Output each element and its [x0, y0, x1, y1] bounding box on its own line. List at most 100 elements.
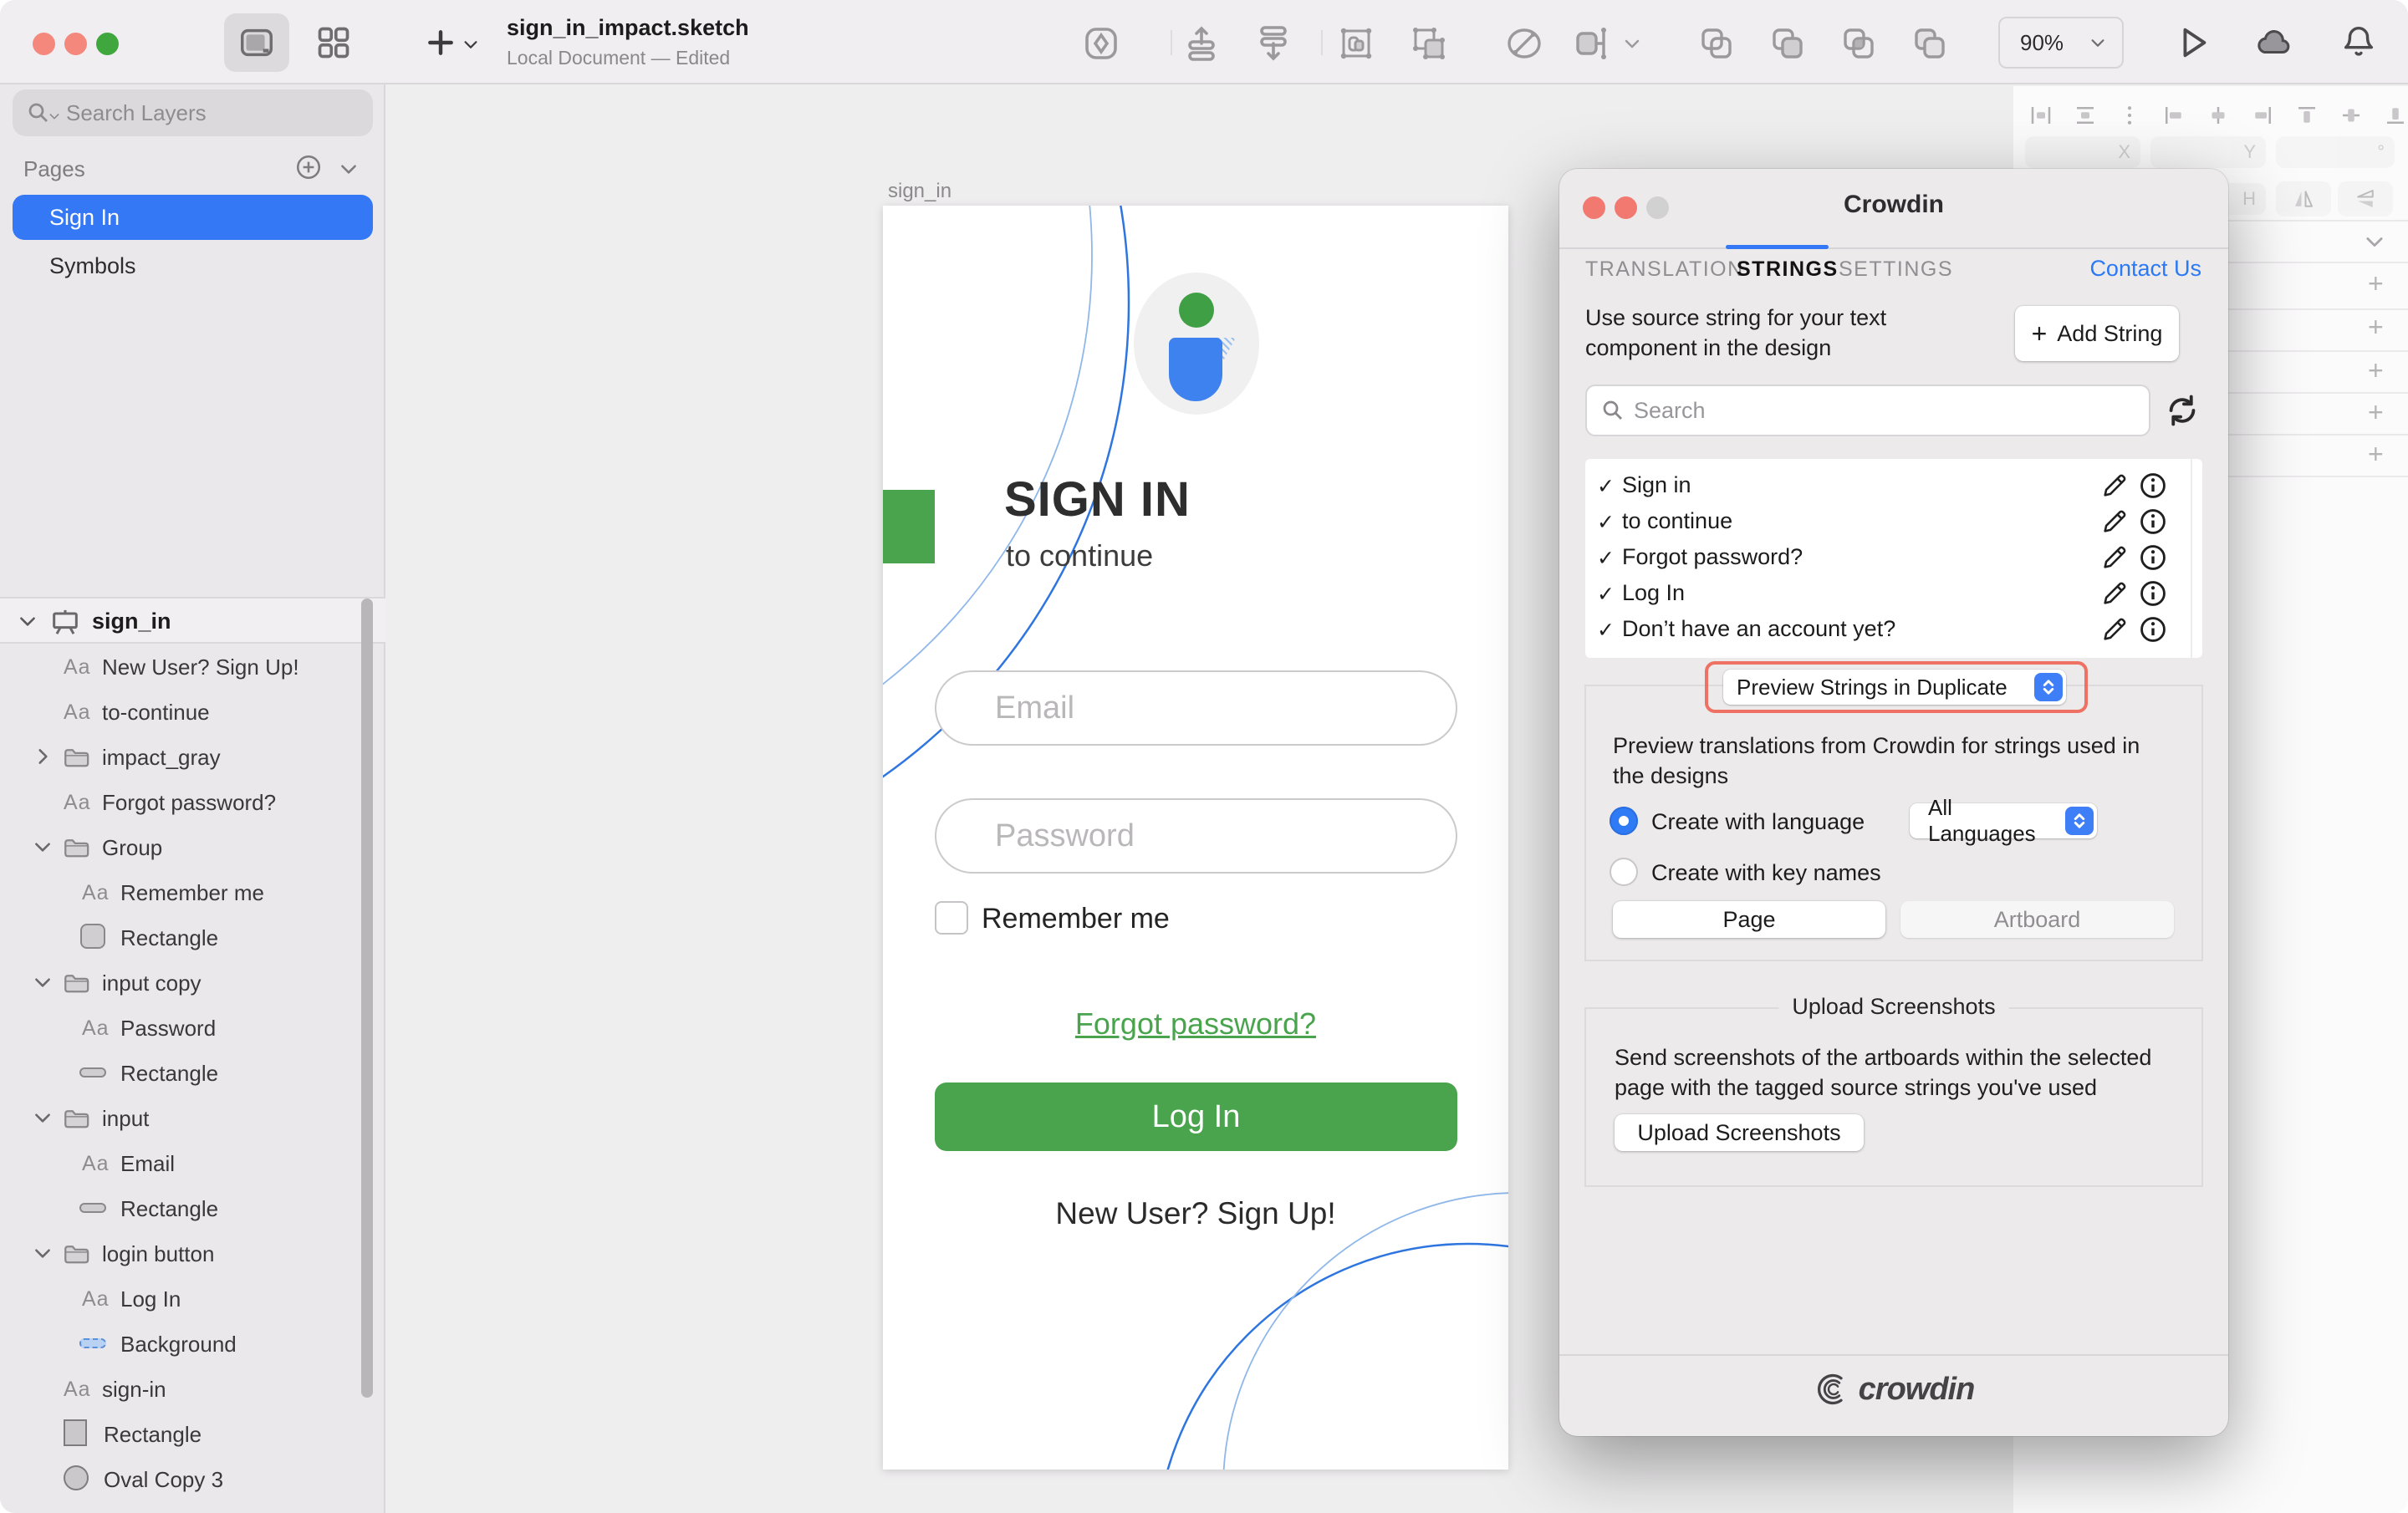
string-info-button[interactable] — [2139, 471, 2167, 504]
layers-scrollbar[interactable] — [361, 599, 373, 1398]
forgot-password-link[interactable]: Forgot password? — [1075, 1006, 1316, 1041]
layer-row[interactable]: Rectangle — [0, 1411, 361, 1456]
layer-row[interactable]: Aa sign-in — [0, 1366, 361, 1411]
create-with-key-names-label[interactable]: Create with key names — [1651, 860, 1881, 886]
password-input[interactable] — [995, 800, 1430, 872]
collapse-section-button[interactable] — [2363, 230, 2386, 257]
create-with-language-radio[interactable] — [1610, 807, 1638, 835]
layer-row[interactable]: login button — [0, 1230, 361, 1276]
edit-string-button[interactable] — [2100, 471, 2129, 504]
scale-button[interactable] — [1571, 23, 1611, 68]
add-style-button[interactable]: + — [2368, 439, 2384, 470]
layer-row[interactable]: Group — [0, 824, 361, 869]
canvas-view-toggle[interactable] — [224, 13, 289, 72]
edit-string-button[interactable] — [2100, 543, 2129, 576]
artboard[interactable]: SIGN IN to continue Remember me Forgot p… — [883, 206, 1508, 1470]
chevron-down-icon[interactable] — [32, 1242, 54, 1268]
list-scrollbar-track[interactable] — [2191, 459, 2192, 658]
layer-row[interactable]: Oval Copy 3 — [0, 1456, 361, 1501]
add-style-button[interactable]: + — [2368, 312, 2384, 343]
tab-strings[interactable]: STRINGS — [1737, 257, 1839, 282]
flip-vertical-button[interactable] — [2338, 181, 2393, 217]
string-row[interactable]: ✓ Don’t have an account yet? — [1585, 611, 2202, 647]
string-row[interactable]: ✓ Sign in — [1585, 467, 2202, 503]
sidebar-page-sign-in[interactable]: Sign In — [13, 195, 373, 240]
add-style-button[interactable]: + — [2368, 268, 2384, 299]
grid-view-toggle[interactable] — [301, 13, 366, 72]
boolean-subtract-button[interactable] — [1768, 23, 1808, 68]
distribute-vertically-icon[interactable] — [2073, 103, 2098, 128]
flip-horizontal-button[interactable] — [2276, 181, 2331, 217]
notifications-button[interactable] — [2339, 22, 2378, 66]
layer-row[interactable]: Aa Remember me — [0, 869, 361, 914]
language-dropdown[interactable]: All Languages — [1910, 803, 2097, 838]
create-with-language-label[interactable]: Create with language — [1651, 809, 1865, 835]
zoom-window-button[interactable] — [96, 33, 119, 55]
rotation-field[interactable]: ° — [2276, 136, 2395, 168]
layer-row[interactable]: Aa Log In — [0, 1276, 361, 1321]
chevron-down-icon[interactable] — [17, 610, 38, 636]
chevron-down-icon[interactable] — [32, 836, 54, 862]
email-input[interactable] — [995, 672, 1430, 744]
chevron-down-icon[interactable] — [32, 1107, 54, 1133]
page-scope-button[interactable]: Page — [1613, 901, 1885, 938]
boolean-union-button[interactable] — [1696, 23, 1737, 68]
tab-settings[interactable]: SETTINGS — [1839, 257, 1953, 282]
distribute-horizontally-icon[interactable] — [2028, 103, 2053, 128]
mask-button[interactable] — [1504, 23, 1544, 68]
create-with-key-names-radio[interactable] — [1610, 858, 1638, 886]
preview-button[interactable] — [2174, 23, 2212, 66]
string-row[interactable]: ✓ Log In — [1585, 575, 2202, 611]
layer-row[interactable]: Aa Forgot password? — [0, 779, 361, 824]
zoom-level-dropdown[interactable]: 90% — [1998, 17, 2124, 69]
close-window-button[interactable] — [33, 33, 55, 55]
align-vertical-center-icon[interactable] — [2339, 103, 2364, 128]
sidebar-page-symbols[interactable]: Symbols — [13, 245, 373, 287]
collapse-pages-button[interactable] — [338, 158, 360, 184]
sign-up-text[interactable]: New User? Sign Up! — [883, 1196, 1508, 1231]
string-info-button[interactable] — [2139, 615, 2167, 648]
add-style-button[interactable]: + — [2368, 397, 2384, 428]
layer-row[interactable]: Aa Email — [0, 1140, 361, 1185]
contact-us-link[interactable]: Contact Us — [2089, 256, 2201, 282]
string-info-button[interactable] — [2139, 579, 2167, 612]
artboard-scope-button[interactable]: Artboard — [1900, 901, 2174, 938]
preview-strings-dropdown[interactable]: Preview Strings in Duplicate — [1723, 670, 2066, 705]
chevron-right-icon[interactable] — [32, 746, 54, 772]
search-layers-field[interactable] — [13, 89, 373, 136]
boolean-difference-button[interactable] — [1910, 23, 1950, 68]
edit-string-button[interactable] — [2100, 507, 2129, 540]
create-symbol-button[interactable] — [1081, 23, 1121, 68]
boolean-intersect-button[interactable] — [1839, 23, 1879, 68]
align-top-icon[interactable] — [2294, 103, 2319, 128]
x-position-field[interactable]: X — [2025, 136, 2140, 168]
insert-button[interactable] — [425, 27, 457, 63]
y-position-field[interactable]: Y — [2150, 136, 2266, 168]
remember-me-checkbox[interactable] — [935, 901, 968, 935]
move-forward-button[interactable] — [1181, 23, 1222, 68]
artboard-title[interactable]: sign_in — [888, 180, 951, 203]
add-page-button[interactable] — [294, 153, 323, 186]
align-left-icon[interactable] — [2161, 103, 2186, 128]
layer-artboard-row[interactable]: sign_in — [0, 597, 385, 644]
edit-string-button[interactable] — [2100, 615, 2129, 648]
align-bottom-icon[interactable] — [2383, 103, 2408, 128]
dialog-search-input[interactable] — [1634, 398, 2102, 424]
more-options-icon[interactable] — [2117, 103, 2142, 128]
layer-row[interactable]: Aa to-continue — [0, 689, 361, 734]
string-info-button[interactable] — [2139, 543, 2167, 576]
align-right-icon[interactable] — [2250, 103, 2275, 128]
cloud-sync-button[interactable] — [2252, 23, 2294, 66]
edit-string-button[interactable] — [2100, 579, 2129, 612]
layer-row[interactable]: Rectangle — [0, 914, 361, 960]
align-horizontal-center-icon[interactable] — [2206, 103, 2231, 128]
add-string-button[interactable]: + Add String — [2015, 306, 2179, 361]
dialog-search-field[interactable] — [1585, 385, 2150, 436]
string-row[interactable]: ✓ Forgot password? — [1585, 539, 2202, 575]
layer-row[interactable]: Background — [0, 1321, 361, 1366]
layer-row[interactable]: Rectangle — [0, 1185, 361, 1230]
search-layers-input[interactable] — [66, 100, 342, 126]
insert-menu-chevron[interactable] — [462, 35, 480, 58]
add-style-button[interactable]: + — [2368, 355, 2384, 386]
minimize-window-button[interactable] — [64, 33, 87, 55]
